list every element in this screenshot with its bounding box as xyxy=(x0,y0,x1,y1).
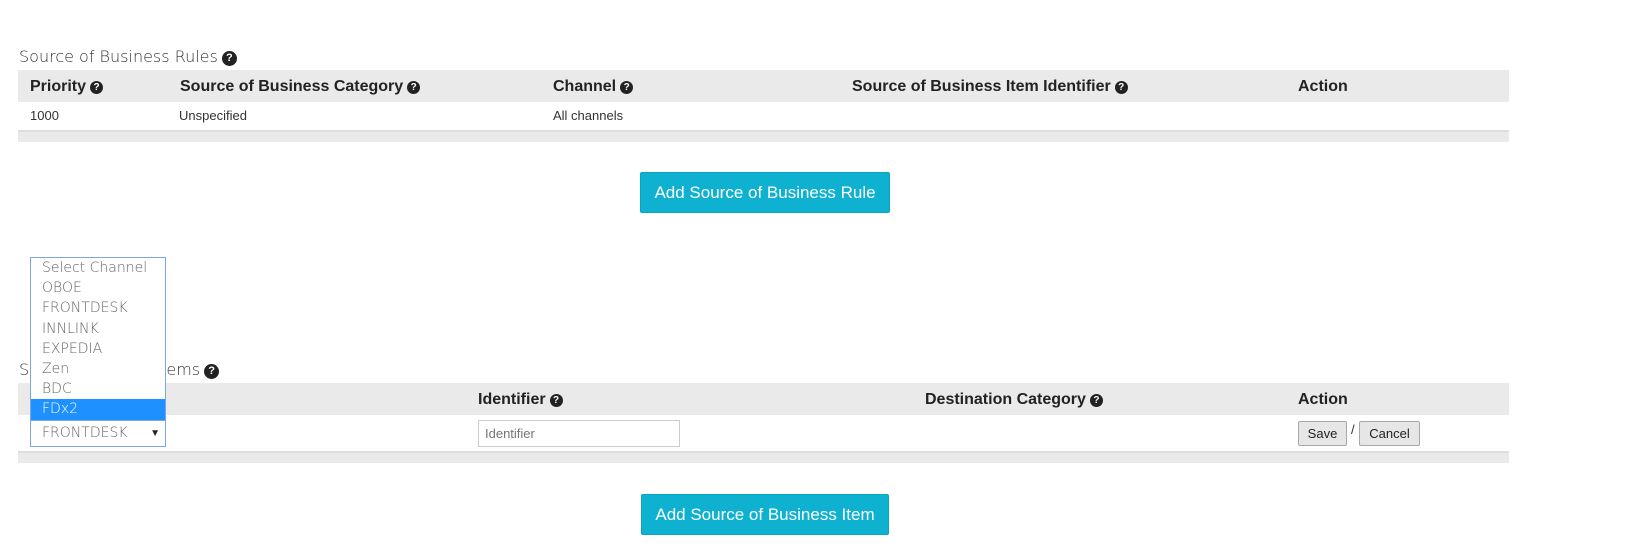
add-item-button[interactable]: Add Source of Business Item xyxy=(641,494,889,535)
cell-priority: 1000 xyxy=(30,108,59,123)
table-row: 1000 Unspecified All channels xyxy=(18,102,1509,132)
column-header-identifier-label: Source of Business Item Identifier xyxy=(852,78,1111,95)
help-icon[interactable]: ? xyxy=(221,51,237,66)
rules-table-footer xyxy=(18,132,1509,142)
help-icon[interactable]: ? xyxy=(90,81,104,94)
help-icon[interactable]: ? xyxy=(1114,81,1128,94)
column-header-action: Action xyxy=(1298,78,1348,95)
items-table-footer xyxy=(18,453,1509,463)
column-header-priority-label: Priority xyxy=(30,78,87,95)
identifier-input[interactable] xyxy=(478,420,680,447)
caret-down-icon: ▼ xyxy=(150,428,160,439)
channel-dropdown-list: Select Channel OBOE FRONTDESK INNLINK EX… xyxy=(30,257,166,420)
rules-table: Priority? Source of Business Category? C… xyxy=(18,70,1509,142)
column-header-priority: Priority? xyxy=(30,70,104,102)
dropdown-option[interactable]: Zen xyxy=(31,359,165,379)
column-header-identifier-label: Identifier xyxy=(478,391,546,408)
add-rule-button[interactable]: Add Source of Business Rule xyxy=(640,172,890,213)
column-header-channel: Channel? xyxy=(553,70,634,102)
dropdown-option[interactable]: OBOE xyxy=(31,278,165,298)
channel-select-value: FRONTDESK xyxy=(42,425,128,441)
help-icon[interactable]: ? xyxy=(549,394,563,407)
dropdown-option[interactable]: BDC xyxy=(31,379,165,399)
edit-row: FRONTDESK ▼ Save / Cancel xyxy=(18,415,1509,453)
channel-select[interactable]: FRONTDESK ▼ xyxy=(30,420,166,447)
column-header-identifier: Source of Business Item Identifier? xyxy=(852,70,1128,102)
column-header-channel-label: Channel xyxy=(553,78,617,95)
dropdown-option[interactable]: INNLINK xyxy=(31,319,165,339)
column-header-action: Action xyxy=(1298,391,1348,408)
column-header-destination-label: Destination Category xyxy=(925,391,1086,408)
column-header-identifier: Identifier? xyxy=(478,383,563,415)
column-header-category-label: Source of Business Category xyxy=(180,78,404,95)
column-header-category: Source of Business Category? xyxy=(180,70,421,102)
action-separator: / xyxy=(1351,422,1355,437)
rules-section-title-text: Source of Business Rules xyxy=(19,47,218,66)
help-icon[interactable]: ? xyxy=(1089,394,1103,407)
cell-channel: All channels xyxy=(553,108,624,123)
dropdown-option[interactable]: FRONTDESK xyxy=(31,298,165,318)
dropdown-option-highlighted[interactable]: FDx2 xyxy=(31,399,165,420)
cell-category: Unspecified xyxy=(179,108,247,123)
help-icon[interactable]: ? xyxy=(407,81,421,94)
dropdown-option[interactable]: EXPEDIA xyxy=(31,339,165,359)
help-icon[interactable]: ? xyxy=(620,81,634,94)
rules-table-header: Priority? Source of Business Category? C… xyxy=(18,70,1509,102)
items-table-header: Identifier? Destination Category? Action xyxy=(18,383,1509,415)
dropdown-option[interactable]: Select Channel xyxy=(31,258,165,278)
items-table: Identifier? Destination Category? Action… xyxy=(18,383,1509,463)
column-header-destination: Destination Category? xyxy=(925,383,1103,415)
cancel-button[interactable]: Cancel xyxy=(1359,421,1420,446)
save-button[interactable]: Save xyxy=(1298,421,1347,446)
rules-section-title: Source of Business Rules? xyxy=(19,47,237,67)
help-icon[interactable]: ? xyxy=(204,364,220,379)
